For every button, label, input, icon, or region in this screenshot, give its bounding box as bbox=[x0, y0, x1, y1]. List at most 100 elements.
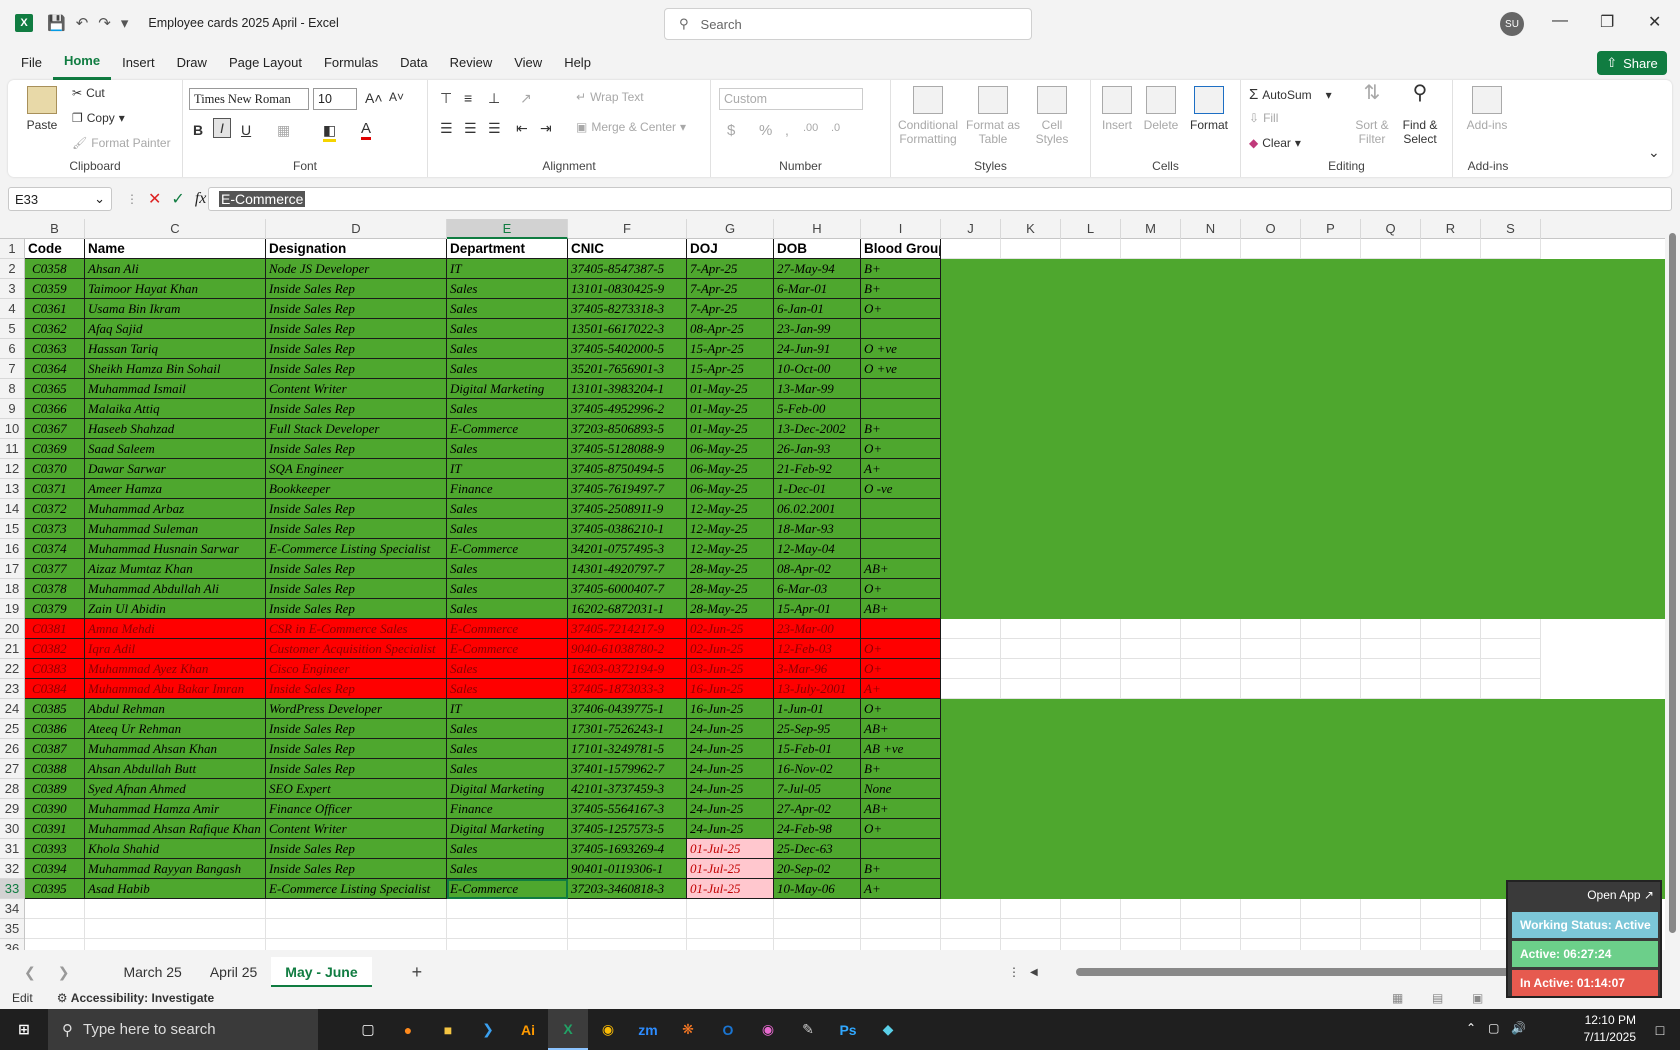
cell-designation[interactable]: WordPress Developer bbox=[266, 699, 447, 719]
empty-cell[interactable] bbox=[1241, 239, 1301, 259]
empty-cell[interactable] bbox=[568, 939, 687, 950]
column-header-g[interactable]: G bbox=[687, 219, 774, 239]
cell-dob[interactable]: 13-July-2001 bbox=[774, 679, 861, 699]
network-icon[interactable]: ▢ bbox=[1488, 1021, 1499, 1035]
empty-cell[interactable] bbox=[1181, 659, 1241, 679]
empty-cell[interactable] bbox=[1061, 619, 1121, 639]
format-as-table-button[interactable]: Format as Table bbox=[963, 86, 1023, 146]
cell-name[interactable]: Dawar Sarwar bbox=[85, 459, 266, 479]
row-header-9[interactable]: 9 bbox=[0, 399, 24, 419]
cell-blood[interactable] bbox=[861, 319, 941, 339]
name-box[interactable]: E33 ⌄ bbox=[8, 187, 112, 211]
row-header-13[interactable]: 13 bbox=[0, 479, 24, 499]
align-right-icon[interactable]: ☰ bbox=[488, 120, 501, 137]
photoshop-icon[interactable]: Ps bbox=[828, 1009, 868, 1050]
cell-cnic[interactable]: 34201-0757495-3 bbox=[568, 539, 687, 559]
cell-name[interactable]: Khola Shahid bbox=[85, 839, 266, 859]
cell-cnic[interactable]: 42101-3737459-3 bbox=[568, 779, 687, 799]
cell-cnic[interactable]: 16202-6872031-1 bbox=[568, 599, 687, 619]
next-sheet-icon[interactable]: ❯ bbox=[58, 964, 70, 981]
row-header-10[interactable]: 10 bbox=[0, 419, 24, 439]
cell-department[interactable]: Digital Marketing bbox=[447, 779, 568, 799]
empty-cell[interactable] bbox=[1181, 639, 1241, 659]
paste-button[interactable]: Paste bbox=[22, 86, 62, 132]
cell-doj[interactable]: 01-May-25 bbox=[687, 399, 774, 419]
empty-cell[interactable] bbox=[1061, 239, 1121, 259]
cell-blood[interactable]: O +ve bbox=[861, 339, 941, 359]
cell-dob[interactable]: 12-Feb-03 bbox=[774, 639, 861, 659]
windows-start-icon[interactable]: ⊞ bbox=[4, 1009, 44, 1050]
cell-cnic[interactable]: 37405-1693269-4 bbox=[568, 839, 687, 859]
cell-designation[interactable]: Inside Sales Rep bbox=[266, 719, 447, 739]
cell-name[interactable]: Muhammad Ahsan Rafique Khan bbox=[85, 819, 266, 839]
row-header-30[interactable]: 30 bbox=[0, 819, 24, 839]
row-header-25[interactable]: 25 bbox=[0, 719, 24, 739]
cell-blood[interactable]: B+ bbox=[861, 419, 941, 439]
empty-cell[interactable] bbox=[1121, 619, 1181, 639]
cell-name[interactable]: Muhammad Hamza Amir bbox=[85, 799, 266, 819]
row-header-21[interactable]: 21 bbox=[0, 639, 24, 659]
empty-cell[interactable] bbox=[1001, 679, 1061, 699]
column-header-f[interactable]: F bbox=[568, 219, 687, 239]
cell-name[interactable]: Aizaz Mumtaz Khan bbox=[85, 559, 266, 579]
cell-department[interactable]: E-Commerce bbox=[447, 639, 568, 659]
empty-cell[interactable] bbox=[1301, 619, 1361, 639]
normal-view-icon[interactable]: ▦ bbox=[1392, 991, 1403, 1005]
cell-dob[interactable]: 15-Apr-01 bbox=[774, 599, 861, 619]
row-header-7[interactable]: 7 bbox=[0, 359, 24, 379]
cell-designation[interactable]: Inside Sales Rep bbox=[266, 279, 447, 299]
empty-cell[interactable] bbox=[1241, 899, 1301, 919]
cell-name[interactable]: Amna Mehdi bbox=[85, 619, 266, 639]
cell-code[interactable]: C0364 bbox=[25, 359, 85, 379]
cell-department[interactable]: IT bbox=[447, 459, 568, 479]
empty-cell[interactable] bbox=[1121, 659, 1181, 679]
cell-department[interactable]: Sales bbox=[447, 439, 568, 459]
column-header-m[interactable]: M bbox=[1121, 219, 1181, 239]
cell-cnic[interactable]: 37406-0439775-1 bbox=[568, 699, 687, 719]
underline-icon[interactable]: U bbox=[241, 122, 251, 138]
prev-sheet-icon[interactable]: ❮ bbox=[24, 964, 36, 981]
cell-name[interactable]: Muhammad Abu Bakar Imran bbox=[85, 679, 266, 699]
cell-name[interactable]: Haseeb Shahzad bbox=[85, 419, 266, 439]
cell-dob[interactable]: 10-Oct-00 bbox=[774, 359, 861, 379]
cell-dob[interactable]: 6-Mar-01 bbox=[774, 279, 861, 299]
cell-doj[interactable]: 06-May-25 bbox=[687, 459, 774, 479]
cell-doj[interactable]: 24-Jun-25 bbox=[687, 759, 774, 779]
cell-dob[interactable]: 7-Jul-05 bbox=[774, 779, 861, 799]
cell-blood[interactable]: O+ bbox=[861, 639, 941, 659]
cell-name[interactable]: Ateeq Ur Rehman bbox=[85, 719, 266, 739]
cell-cnic[interactable]: 37405-8547387-5 bbox=[568, 259, 687, 279]
cell-designation[interactable]: Inside Sales Rep bbox=[266, 579, 447, 599]
empty-cell[interactable] bbox=[861, 899, 941, 919]
empty-cell[interactable] bbox=[1361, 619, 1421, 639]
search-box[interactable]: ⚲ Search bbox=[664, 8, 1032, 40]
cell-code[interactable]: C0367 bbox=[25, 419, 85, 439]
cell-dob[interactable]: 27-May-94 bbox=[774, 259, 861, 279]
cell-cnic[interactable]: CNIC bbox=[568, 239, 687, 259]
cell-blood[interactable]: O -ve bbox=[861, 479, 941, 499]
row-header-32[interactable]: 32 bbox=[0, 859, 24, 879]
accessibility-button[interactable]: ⚙ Accessibility: Investigate bbox=[57, 991, 215, 1005]
cell-designation[interactable]: Content Writer bbox=[266, 379, 447, 399]
empty-cell[interactable] bbox=[1061, 679, 1121, 699]
tab-home[interactable]: Home bbox=[52, 46, 112, 80]
cell-name[interactable]: Muhammad Rayyan Bangash bbox=[85, 859, 266, 879]
cut-button[interactable]: ✂ Cut bbox=[72, 86, 105, 100]
cell-name[interactable]: Ahsan Abdullah Butt bbox=[85, 759, 266, 779]
empty-cell[interactable] bbox=[687, 899, 774, 919]
cell-blood[interactable]: AB+ bbox=[861, 599, 941, 619]
cell-code[interactable]: C0366 bbox=[25, 399, 85, 419]
scroll-left-icon[interactable]: ◀ bbox=[1030, 967, 1038, 978]
empty-cell[interactable] bbox=[861, 919, 941, 939]
cell-name[interactable]: Ahsan Ali bbox=[85, 259, 266, 279]
cell-designation[interactable]: Designation bbox=[266, 239, 447, 259]
cell-cnic[interactable]: 13101-3983204-1 bbox=[568, 379, 687, 399]
cell-cnic[interactable]: 9040-61038780-2 bbox=[568, 639, 687, 659]
cell-doj[interactable]: 24-Jun-25 bbox=[687, 779, 774, 799]
undo-icon[interactable]: ↶ bbox=[76, 14, 89, 32]
cell-doj[interactable]: 01-May-25 bbox=[687, 379, 774, 399]
cell-cnic[interactable]: 37203-8506893-5 bbox=[568, 419, 687, 439]
cell-department[interactable]: Digital Marketing bbox=[447, 379, 568, 399]
empty-cell[interactable] bbox=[1421, 639, 1481, 659]
cell-blood[interactable] bbox=[861, 399, 941, 419]
